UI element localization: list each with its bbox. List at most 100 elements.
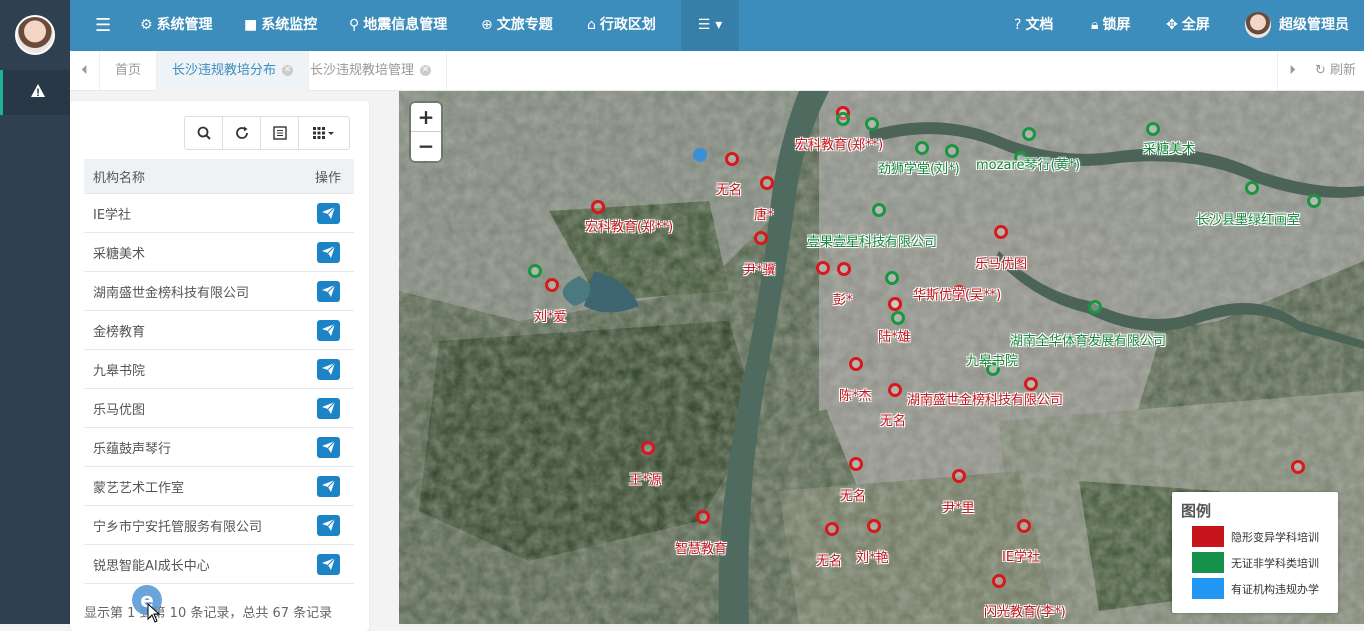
- tab-management[interactable]: 长沙违规教培管理 ✕: [295, 51, 448, 91]
- warning-menu-item[interactable]: [0, 70, 70, 115]
- locate-button[interactable]: [316, 475, 340, 497]
- map-marker-green[interactable]: [915, 141, 929, 155]
- paper-plane-icon: [321, 207, 335, 219]
- map-marker-red[interactable]: [867, 519, 881, 533]
- tab-scroll-right-icon[interactable]: ⏵: [1277, 51, 1307, 91]
- map-marker-red[interactable]: [816, 261, 830, 275]
- map-marker-label: 唐*: [754, 208, 774, 223]
- columns-dropdown-button[interactable]: [298, 116, 350, 150]
- zoom-out-button[interactable]: −: [411, 132, 441, 161]
- locate-button[interactable]: [316, 241, 340, 263]
- map-marker-label: 刘*艳: [856, 551, 889, 566]
- locate-button[interactable]: [316, 553, 340, 575]
- map-marker-red[interactable]: [952, 469, 966, 483]
- map-marker-label: 陆*雄: [878, 330, 911, 345]
- zoom-in-button[interactable]: +: [411, 103, 441, 132]
- map-marker-blue[interactable]: [693, 148, 707, 162]
- map-marker-green[interactable]: [836, 112, 850, 126]
- map-marker-red[interactable]: [888, 383, 902, 397]
- map-marker-green[interactable]: [872, 203, 886, 217]
- map-marker-label: 宏科教育(郑**): [795, 138, 884, 153]
- nav-more-dropdown[interactable]: ☰ ▾: [681, 0, 739, 51]
- legend-swatch: [1192, 552, 1224, 573]
- map-marker-red[interactable]: [888, 297, 902, 311]
- map-marker-red[interactable]: [1024, 377, 1038, 391]
- locate-button[interactable]: [316, 358, 340, 380]
- map-marker-red[interactable]: [1017, 519, 1031, 533]
- map-marker-red[interactable]: [837, 262, 851, 276]
- map-marker-red[interactable]: [641, 441, 655, 455]
- map-marker-red[interactable]: [696, 510, 710, 524]
- table-row[interactable]: 湖南盛世金榜科技有限公司: [84, 272, 354, 311]
- table-row[interactable]: IE学社: [84, 194, 354, 233]
- map-marker-red[interactable]: [849, 457, 863, 471]
- avatar[interactable]: [15, 15, 55, 55]
- map-marker-red[interactable]: [754, 231, 768, 245]
- paper-plane-icon: [321, 246, 335, 258]
- nav-fullscreen[interactable]: ✥ 全屏: [1166, 0, 1210, 51]
- column-header-name[interactable]: 机构名称: [84, 167, 302, 186]
- locate-button[interactable]: [316, 397, 340, 419]
- map-marker-green[interactable]: [528, 264, 542, 278]
- map-marker-red[interactable]: [1291, 460, 1305, 474]
- tab-scroll-left-icon[interactable]: ⏴: [70, 51, 100, 91]
- map-marker-green[interactable]: [865, 117, 879, 131]
- refresh-button[interactable]: ↻ 刷新: [1315, 51, 1356, 91]
- toggle-view-button[interactable]: [260, 116, 299, 150]
- map-marker-red[interactable]: [994, 225, 1008, 239]
- user-menu[interactable]: 超级管理员: [1245, 0, 1349, 51]
- nav-system-management[interactable]: ⚙ 系统管理: [140, 0, 213, 51]
- map-marker-green[interactable]: [1088, 300, 1102, 314]
- gear-icon: ⚙: [140, 17, 153, 33]
- nav-admin-division[interactable]: ⌂ 行政区划: [587, 0, 656, 51]
- refresh-table-button[interactable]: [222, 116, 261, 150]
- map-marker-red[interactable]: [849, 357, 863, 371]
- map-marker-green[interactable]: [1307, 194, 1321, 208]
- table-row[interactable]: 蒙艺艺术工作室: [84, 467, 354, 506]
- table-row[interactable]: 锐思智能AI成长中心: [84, 545, 354, 584]
- hamburger-icon[interactable]: ☰: [95, 0, 111, 51]
- org-name: 蒙艺艺术工作室: [93, 480, 185, 496]
- map-marker-green[interactable]: [1022, 127, 1036, 141]
- close-icon[interactable]: ✕: [282, 65, 294, 76]
- nav-earthquake-info[interactable]: ⚲ 地震信息管理: [349, 0, 447, 51]
- nav-system-monitor[interactable]: ■ 系统监控: [244, 0, 317, 51]
- locate-button[interactable]: [316, 514, 340, 536]
- table-row[interactable]: 九皋书院: [84, 350, 354, 389]
- map-marker-green[interactable]: [945, 144, 959, 158]
- table-row[interactable]: 金榜教育: [84, 311, 354, 350]
- nav-docs[interactable]: ? 文档: [1014, 0, 1053, 51]
- search-button[interactable]: [184, 116, 223, 150]
- map-marker-green[interactable]: [1245, 181, 1259, 195]
- map-marker-red[interactable]: [760, 176, 774, 190]
- row-actions: [302, 319, 354, 341]
- map-marker-green[interactable]: [891, 311, 905, 325]
- org-name: IE学社: [93, 207, 132, 223]
- map-marker-red[interactable]: [992, 574, 1006, 588]
- tab-home[interactable]: 首页: [100, 51, 158, 91]
- locate-button[interactable]: [316, 280, 340, 302]
- locate-button[interactable]: [316, 319, 340, 341]
- map-marker-label: 湖南全华体育发展有限公司: [1010, 334, 1167, 349]
- map-marker-red[interactable]: [825, 522, 839, 536]
- map-marker-red[interactable]: [591, 200, 605, 214]
- nav-lock[interactable]: 🔒︎ 锁屏: [1091, 0, 1130, 51]
- org-name: 金榜教育: [93, 324, 146, 340]
- map-view[interactable]: + − 宏科教育(郑**) 无名 唐* 宏科教育(郑**) 尹*骥 刘*爱 彭* 华斯优学(吴…: [399, 91, 1364, 624]
- org-name: 乐蕴鼓声琴行: [93, 441, 172, 457]
- table-row[interactable]: 乐马优图: [84, 389, 354, 428]
- table-row[interactable]: 乐蕴鼓声琴行: [84, 428, 354, 467]
- close-icon[interactable]: ✕: [420, 65, 432, 76]
- table-row[interactable]: 采糖美术: [84, 233, 354, 272]
- map-legend: 图例 隐形变异学科培训 无证非学科类培训 有证机构违规办学: [1172, 492, 1338, 613]
- tab-distribution[interactable]: 长沙违规教培分布 ✕: [157, 51, 310, 91]
- table-row[interactable]: 宁乡市宁安托管服务有限公司: [84, 506, 354, 545]
- map-marker-red[interactable]: [545, 278, 559, 292]
- map-marker-red[interactable]: [725, 152, 739, 166]
- map-marker-green[interactable]: [1146, 122, 1160, 136]
- nav-culture-tourism[interactable]: ⊕ 文旅专题: [481, 0, 553, 51]
- map-marker-label: 闪光教育(李*): [984, 605, 1066, 620]
- map-marker-green[interactable]: [885, 271, 899, 285]
- locate-button[interactable]: [316, 202, 340, 224]
- locate-button[interactable]: [316, 436, 340, 458]
